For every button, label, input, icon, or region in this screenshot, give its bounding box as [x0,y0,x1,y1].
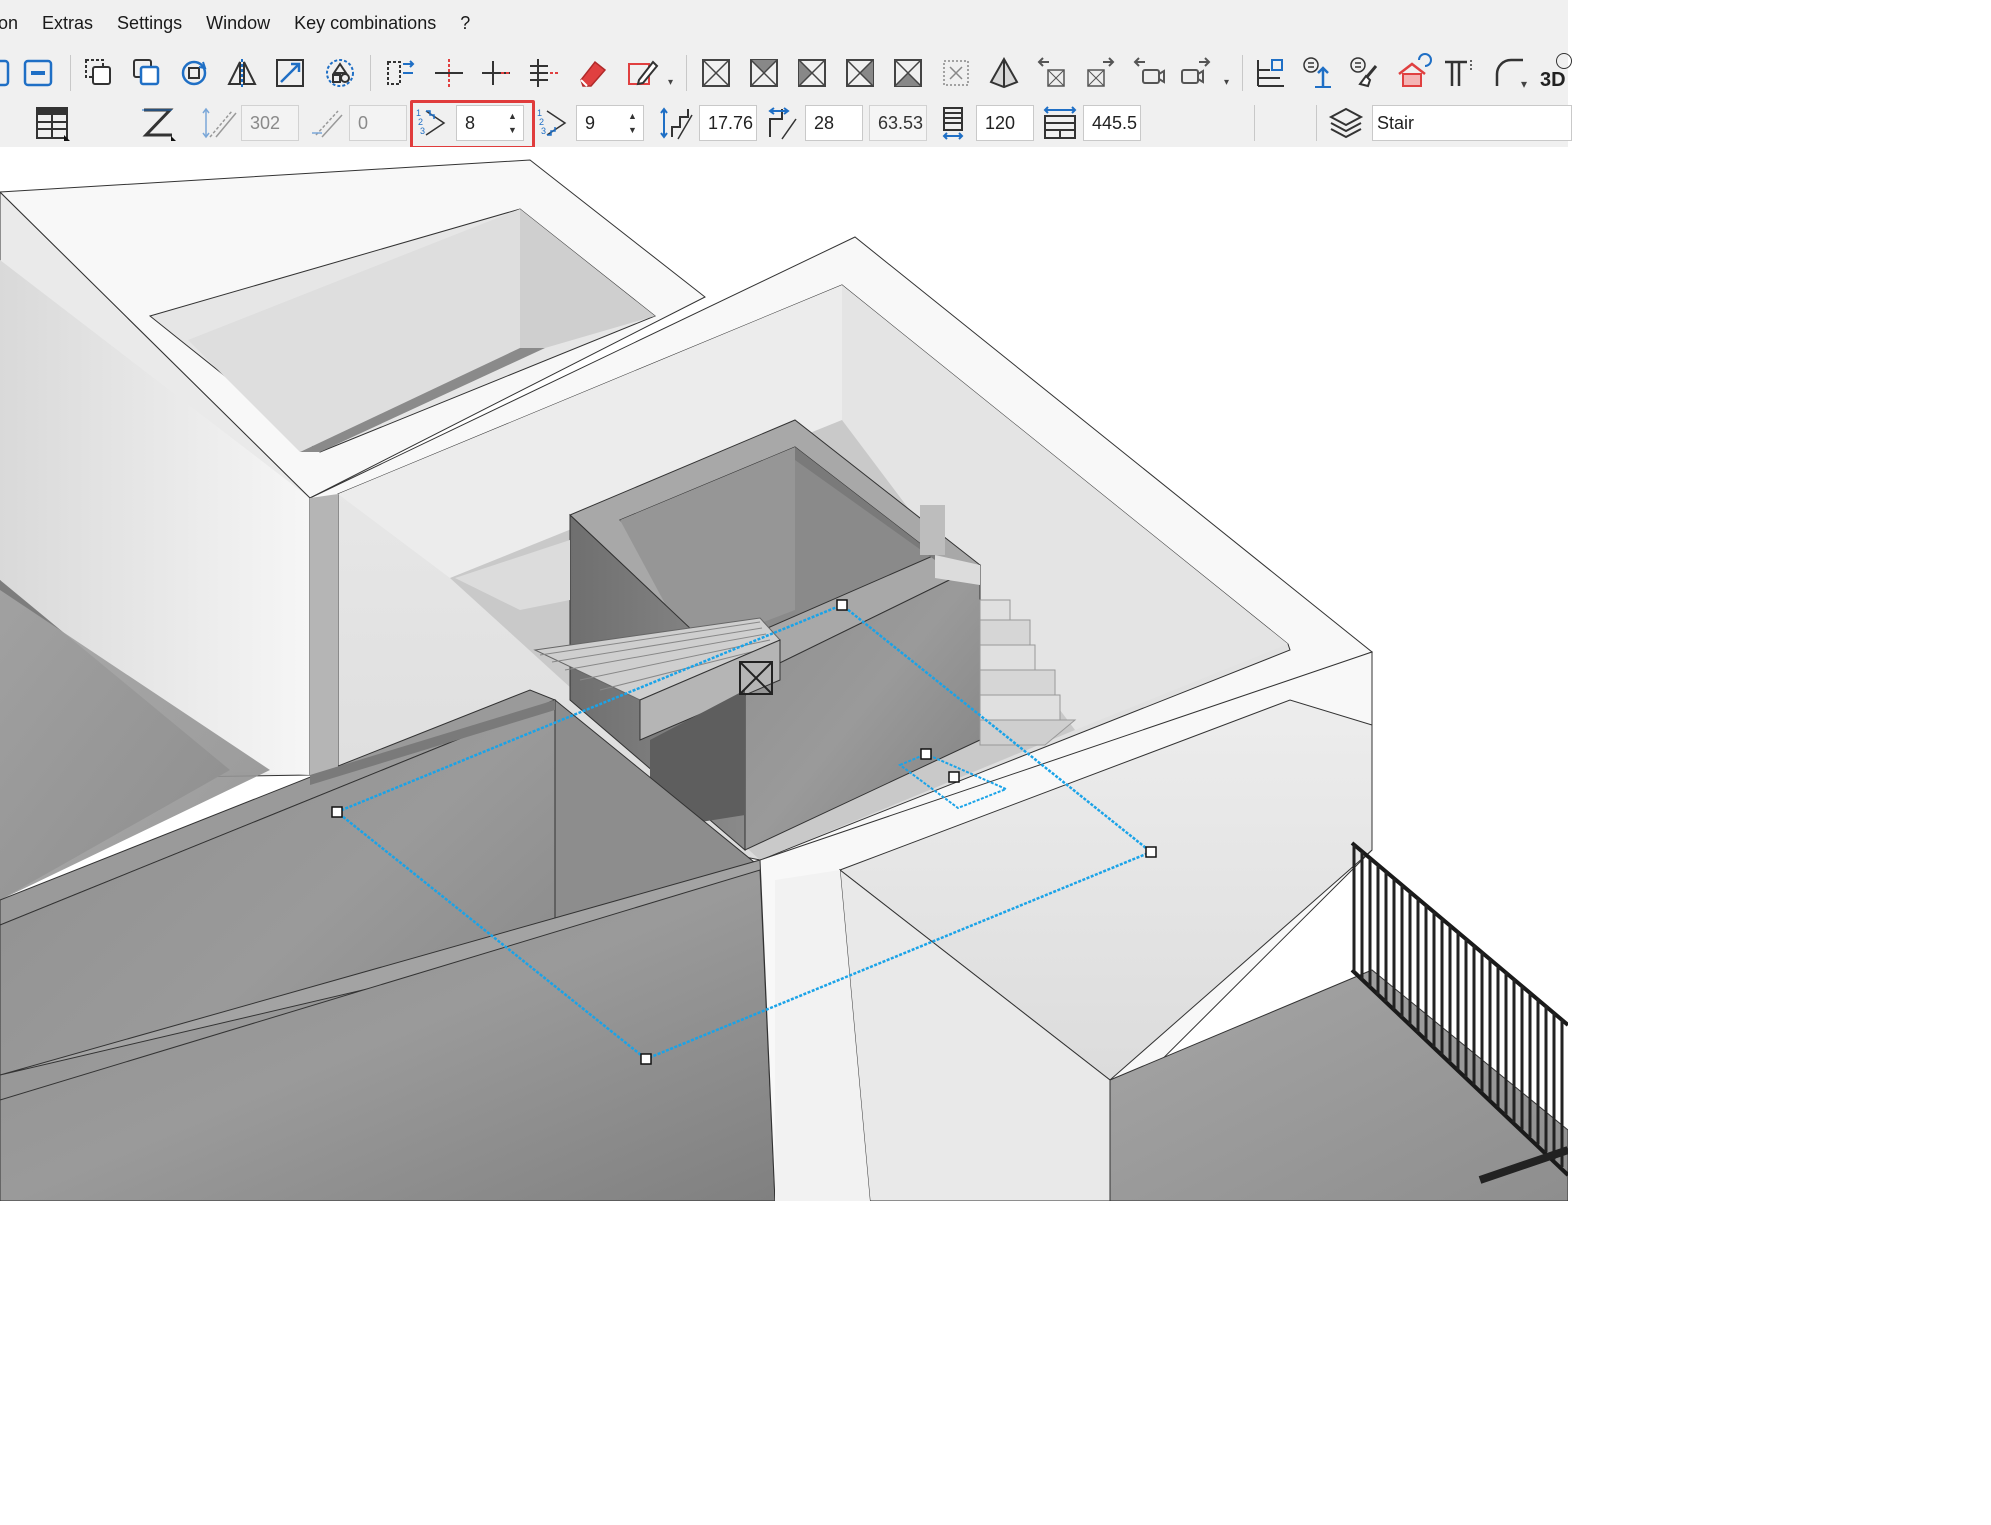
offset-field[interactable]: 0 [349,105,407,141]
menu-bar: ion Extras Settings Window Key combinati… [0,0,1568,47]
risers-flight1-spinner[interactable]: ▲ ▼ [502,105,524,141]
menu-item-key-combinations[interactable]: Key combinations [282,0,448,47]
toolbar-separator [70,55,71,91]
view-box-6-icon[interactable] [936,53,976,93]
modify-properties-icon[interactable] [622,53,662,93]
stair-width-field[interactable]: 120 [976,105,1034,141]
risers-flight2-field[interactable]: 9 [576,105,622,141]
stair-length-field[interactable]: 445.5 [1083,105,1141,141]
risers-flight2-icon: 123 [533,103,573,143]
rotate-icon[interactable] [174,53,214,93]
riser-height-field[interactable]: 17.76 [699,105,757,141]
view-box-2-icon[interactable] [744,53,784,93]
main-toolbar: ▾ ▾ ▾ 3D [0,47,1572,99]
brush-icon[interactable] [1345,53,1385,93]
risers-flight1-field[interactable]: 8 [456,105,502,141]
view-left-icon[interactable] [1032,53,1072,93]
toolbar-separator [1254,105,1255,141]
chevron-down-icon[interactable]: ▾ [1224,77,1229,88]
camera-right-icon[interactable] [1176,53,1216,93]
view-box-5-icon[interactable] [888,53,928,93]
select-mode-icon[interactable] [0,53,16,93]
offset-lines-icon[interactable] [523,53,563,93]
import-up-icon[interactable] [1298,53,1338,93]
total-height-icon [198,103,238,143]
stair-width-icon [933,103,973,143]
svg-text:3: 3 [541,126,546,136]
chevron-down-icon[interactable]: ▼ [508,123,517,137]
layer-structure-icon[interactable] [1249,53,1289,93]
menu-item-ion[interactable]: ion [0,0,30,47]
pyramid-icon[interactable] [984,53,1024,93]
stretch-icon[interactable] [270,53,310,93]
menu-item-window[interactable]: Window [194,0,282,47]
view-box-3-icon[interactable] [792,53,832,93]
eraser-icon[interactable] [572,53,612,93]
selection-handle [1145,846,1157,858]
align-distribute-icon[interactable] [380,53,420,93]
split-line-icon[interactable] [429,53,469,93]
view-right-icon[interactable] [1080,53,1120,93]
layers-icon[interactable] [1326,103,1366,143]
tread-depth-icon [762,103,802,143]
house-refresh-icon[interactable] [1392,53,1432,93]
risers-flight2-spinner[interactable]: ▲ ▼ [622,105,644,141]
3d-viewport[interactable] [0,147,1568,1201]
stair-properties-icon[interactable] [32,103,72,143]
toolbar-separator [1316,105,1317,141]
selection-handle [331,806,343,818]
view-box-4-icon[interactable] [840,53,880,93]
3d-view-label[interactable]: 3D [1540,69,1566,92]
offset-icon [306,103,346,143]
menu-item-settings[interactable]: Settings [105,0,194,47]
duplicate-icon[interactable] [127,53,167,93]
toolbar-separator [370,55,371,91]
chevron-up-icon[interactable]: ▲ [628,109,637,123]
total-height-field[interactable]: 302 [241,105,299,141]
view-box-1-icon[interactable] [696,53,736,93]
menu-item-extras[interactable]: Extras [30,0,105,47]
selection-handle [640,1053,652,1065]
step-rule-field: 63.53 [869,105,927,141]
building-model [0,159,1568,1201]
chevron-up-icon[interactable]: ▲ [508,109,517,123]
stair-length-icon [1040,103,1080,143]
settings-circle-icon[interactable] [1556,53,1572,69]
selection-handle [920,748,932,760]
toolbar-separator [1242,55,1243,91]
risers-flight1-icon: 123 [412,103,452,143]
layer-selector[interactable]: Stair [1372,105,1572,141]
riser-height-icon [656,103,696,143]
menu-item-help[interactable]: ? [448,0,482,47]
chevron-down-icon[interactable]: ▾ [668,77,673,88]
selection-handle [948,771,960,783]
svg-text:3: 3 [420,126,425,136]
group-shapes-icon[interactable] [320,53,360,93]
chevron-down-icon[interactable]: ▾ [1521,77,1527,91]
stair-shape-icon[interactable] [138,103,178,143]
column-icon[interactable] [1438,53,1478,93]
selection-handle [836,599,848,611]
toolbar-separator [686,55,687,91]
tread-depth-field[interactable]: 28 [805,105,863,141]
stair-parameters-toolbar: 302 0 123 8 ▲ ▼ 123 9 ▲ ▼ 17.76 28 63.53 1… [0,99,1568,147]
mirror-icon[interactable] [222,53,262,93]
copy-icon[interactable] [79,53,119,93]
camera-left-icon[interactable] [1128,53,1168,93]
chevron-down-icon[interactable]: ▼ [628,123,637,137]
split-element-icon[interactable] [476,53,516,93]
minus-mode-icon[interactable] [19,53,59,93]
